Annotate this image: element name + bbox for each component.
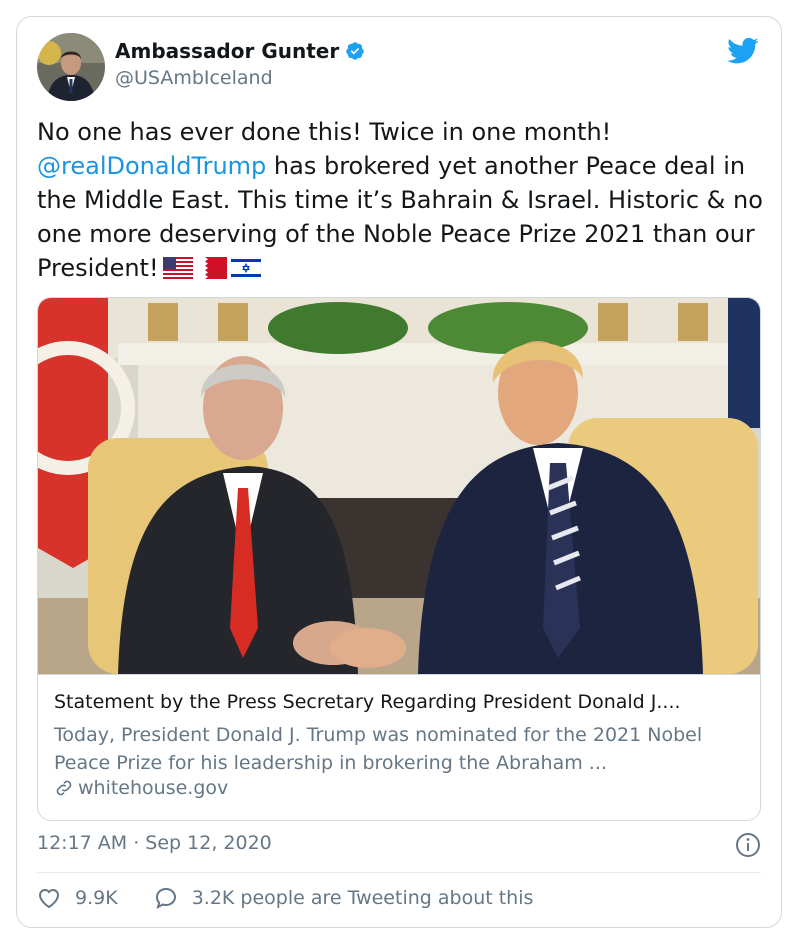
verified-badge-icon [346, 42, 364, 60]
heart-icon [38, 889, 60, 909]
tweeting-count: 3.2K people are Tweeting about this [191, 887, 534, 909]
bahrain-flag-icon [196, 257, 227, 279]
link-icon [56, 780, 72, 796]
info-icon[interactable] [735, 832, 761, 858]
us-flag-icon [162, 257, 193, 279]
mention-link[interactable]: @realDonaldTrump [37, 152, 266, 180]
tweet-text-part: No one has ever done this! Twice in one … [37, 118, 612, 146]
tweeting-about-button[interactable]: 3.2K people are Tweeting about this [154, 887, 534, 909]
avatar[interactable] [37, 33, 105, 101]
reply-bubble-icon [155, 887, 176, 909]
twitter-logo-icon[interactable] [727, 37, 759, 65]
like-button[interactable]: 9.9K [37, 887, 118, 909]
link-preview-image [38, 298, 760, 674]
israel-flag-icon [230, 257, 261, 279]
link-domain[interactable]: whitehouse.gov [54, 777, 228, 799]
tweet-text: No one has ever done this! Twice in one … [37, 115, 767, 285]
author-handle[interactable]: @USAmbIceland [115, 67, 273, 89]
link-title[interactable]: Statement by the Press Secretary Regardi… [54, 691, 744, 713]
like-count: 9.9K [75, 887, 118, 909]
action-bar: 9.9K 3.2K people are Tweeting about this [37, 887, 533, 909]
divider [37, 872, 761, 873]
link-description: Today, President Donald J. Trump was nom… [54, 724, 703, 774]
tweet-card[interactable]: Ambassador Gunter @USAmbIceland No one h… [16, 16, 782, 928]
tweet-timestamp[interactable]: 12:17 AM · Sep 12, 2020 [37, 832, 272, 854]
link-preview-text[interactable]: Statement by the Press Secretary Regardi… [38, 674, 760, 820]
link-domain-text: whitehouse.gov [78, 777, 229, 799]
link-preview-card[interactable]: Statement by the Press Secretary Regardi… [37, 297, 761, 821]
author-name[interactable]: Ambassador Gunter [115, 39, 339, 63]
